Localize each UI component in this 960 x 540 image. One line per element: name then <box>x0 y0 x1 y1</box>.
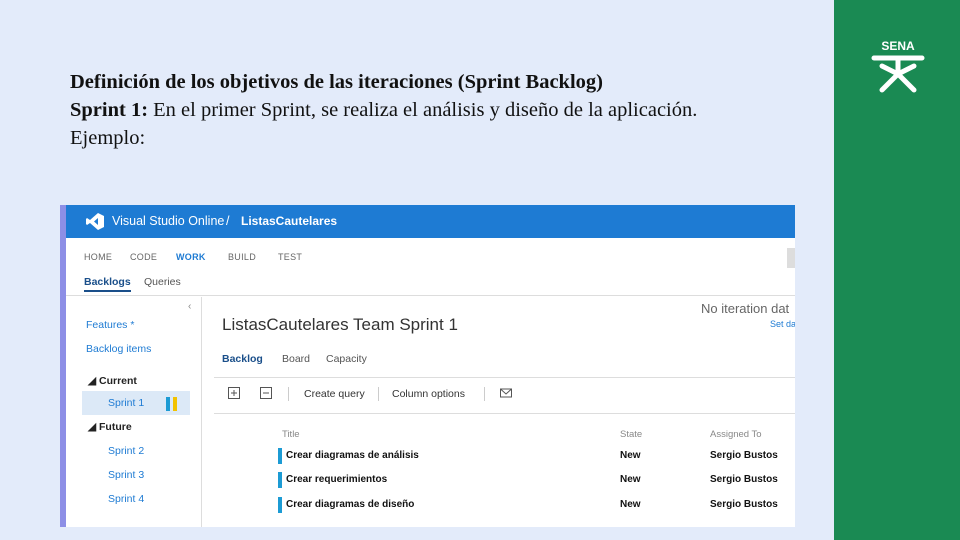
work-item-marker <box>278 448 282 464</box>
hub-test[interactable]: TEST <box>278 252 302 262</box>
tab-backlogs[interactable]: Backlogs <box>84 276 131 292</box>
row-state: New <box>620 499 641 510</box>
row-title[interactable]: Crear requerimientos <box>286 474 387 485</box>
capacity-bars-icon <box>166 397 182 411</box>
create-query-button[interactable]: Create query <box>304 388 365 400</box>
sena-logo: SENA <box>871 39 925 93</box>
slide-text: Definición de los objetivos de las itera… <box>70 68 760 152</box>
visual-studio-icon <box>86 213 104 230</box>
hub-build[interactable]: BUILD <box>228 252 256 262</box>
sprint-label: Sprint 1: <box>70 99 149 121</box>
divider <box>214 413 795 414</box>
group-current-label: Current <box>99 375 137 387</box>
table-row[interactable]: Crear diagramas de diseño New Sergio Bus… <box>274 496 794 514</box>
column-options-button[interactable]: Column options <box>392 388 465 400</box>
sidebar-sprint-3[interactable]: Sprint 3 <box>108 469 144 481</box>
column-title[interactable]: Title <box>282 429 300 440</box>
work-item-marker <box>278 472 282 488</box>
sidebar-sprint-1[interactable]: Sprint 1 <box>108 397 144 409</box>
row-assigned: Sergio Bustos <box>710 499 778 510</box>
row-title[interactable]: Crear diagramas de análisis <box>286 450 419 461</box>
hub-code[interactable]: CODE <box>130 252 157 262</box>
collapse-all-icon[interactable] <box>260 387 272 399</box>
table-row[interactable]: Crear requerimientos New Sergio Bustos <box>274 471 794 489</box>
project-name[interactable]: ListasCautelares <box>241 214 337 228</box>
collapse-icon[interactable]: ‹ <box>188 301 191 312</box>
example-label: Ejemplo: <box>70 127 146 149</box>
sprint-description: En el primer Sprint, se realiza el análi… <box>148 99 698 121</box>
breadcrumb-separator: / <box>226 214 230 228</box>
divider <box>214 377 795 378</box>
row-state: New <box>620 450 641 461</box>
no-iteration-dates: No iteration dat <box>701 301 790 316</box>
group-future-label: Future <box>99 421 132 433</box>
table-row[interactable]: Crear diagramas de análisis New Sergio B… <box>274 447 794 465</box>
column-state[interactable]: State <box>620 429 642 440</box>
row-title[interactable]: Crear diagramas de diseño <box>286 499 414 510</box>
slide-title: Definición de los objetivos de las itera… <box>70 71 603 93</box>
sidebar-features[interactable]: Features * <box>86 319 134 331</box>
grid-toolbar: Create query Column options <box>214 383 795 409</box>
row-assigned: Sergio Bustos <box>710 474 778 485</box>
backlog-sidebar: ‹ Features * Backlog items ◢ Current Spr… <box>66 297 202 527</box>
header-scroll-stub <box>787 248 795 268</box>
tab-queries[interactable]: Queries <box>144 276 181 288</box>
work-item-marker <box>278 497 282 513</box>
tab-capacity[interactable]: Capacity <box>326 353 367 365</box>
toolbar-divider <box>288 387 289 401</box>
group-future[interactable]: ◢ Future <box>88 421 132 433</box>
sidebar-sprint-4[interactable]: Sprint 4 <box>108 493 144 505</box>
hub-home[interactable]: HOME <box>84 252 112 262</box>
sprint-main: ListasCautelares Team Sprint 1 No iterat… <box>214 297 795 527</box>
row-state: New <box>620 474 641 485</box>
toolbar-divider <box>484 387 485 401</box>
group-current[interactable]: ◢ Current <box>88 375 137 387</box>
vso-screenshot: Visual Studio Online / ListasCautelares … <box>60 205 795 527</box>
tab-backlog[interactable]: Backlog <box>222 353 263 365</box>
sprint-heading: ListasCautelares Team Sprint 1 <box>222 315 458 334</box>
svg-text:SENA: SENA <box>881 39 915 53</box>
column-assigned-to[interactable]: Assigned To <box>710 429 762 440</box>
row-assigned: Sergio Bustos <box>710 450 778 461</box>
app-name[interactable]: Visual Studio Online <box>112 214 224 228</box>
email-icon[interactable] <box>500 387 512 399</box>
toolbar-divider <box>378 387 379 401</box>
sidebar-backlog-items[interactable]: Backlog items <box>86 343 151 355</box>
slide: SENA Definición de los objetivos de las … <box>0 0 960 540</box>
sidebar-sprint-2[interactable]: Sprint 2 <box>108 445 144 457</box>
work-subnav: Backlogs Queries <box>66 270 795 296</box>
expand-all-icon[interactable] <box>228 387 240 399</box>
hub-work[interactable]: WORK <box>176 252 206 262</box>
tab-board[interactable]: Board <box>282 353 310 365</box>
vso-header: Visual Studio Online / ListasCautelares <box>66 205 795 238</box>
set-dates-link[interactable]: Set da <box>770 319 795 329</box>
